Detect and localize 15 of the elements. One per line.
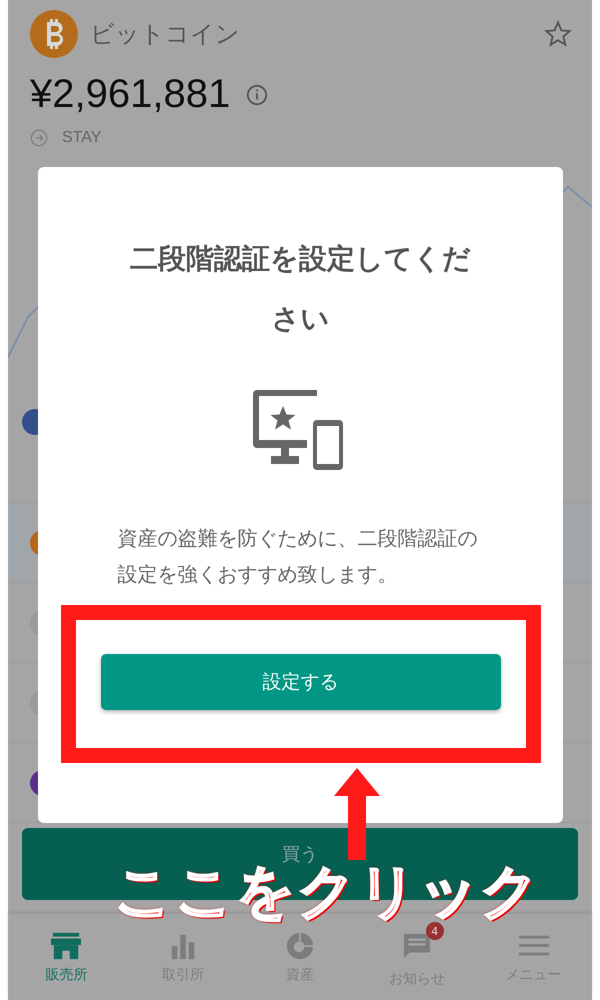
price: ¥2,961,881	[30, 72, 230, 117]
coin-name: ビットコイン	[90, 19, 241, 50]
message-icon	[402, 932, 432, 960]
star-icon[interactable]	[544, 20, 572, 48]
dialog-title: 二段階認証を設定してください	[129, 241, 472, 337]
bitcoin-icon	[30, 10, 78, 58]
setup-button[interactable]: 設定する	[100, 654, 500, 710]
notification-badge: 4	[426, 922, 444, 940]
pie-chart-icon	[284, 932, 315, 960]
nav-tab[interactable]: 販売所	[8, 914, 125, 1000]
store-icon	[51, 932, 82, 960]
info-icon[interactable]	[246, 84, 268, 106]
arrow-circle-icon	[30, 129, 48, 147]
dialog-message: 資産の盗難を防ぐために、二段階認証の設定を強くおすすめ致します。	[118, 525, 478, 588]
trend-status: STAY	[62, 129, 102, 147]
